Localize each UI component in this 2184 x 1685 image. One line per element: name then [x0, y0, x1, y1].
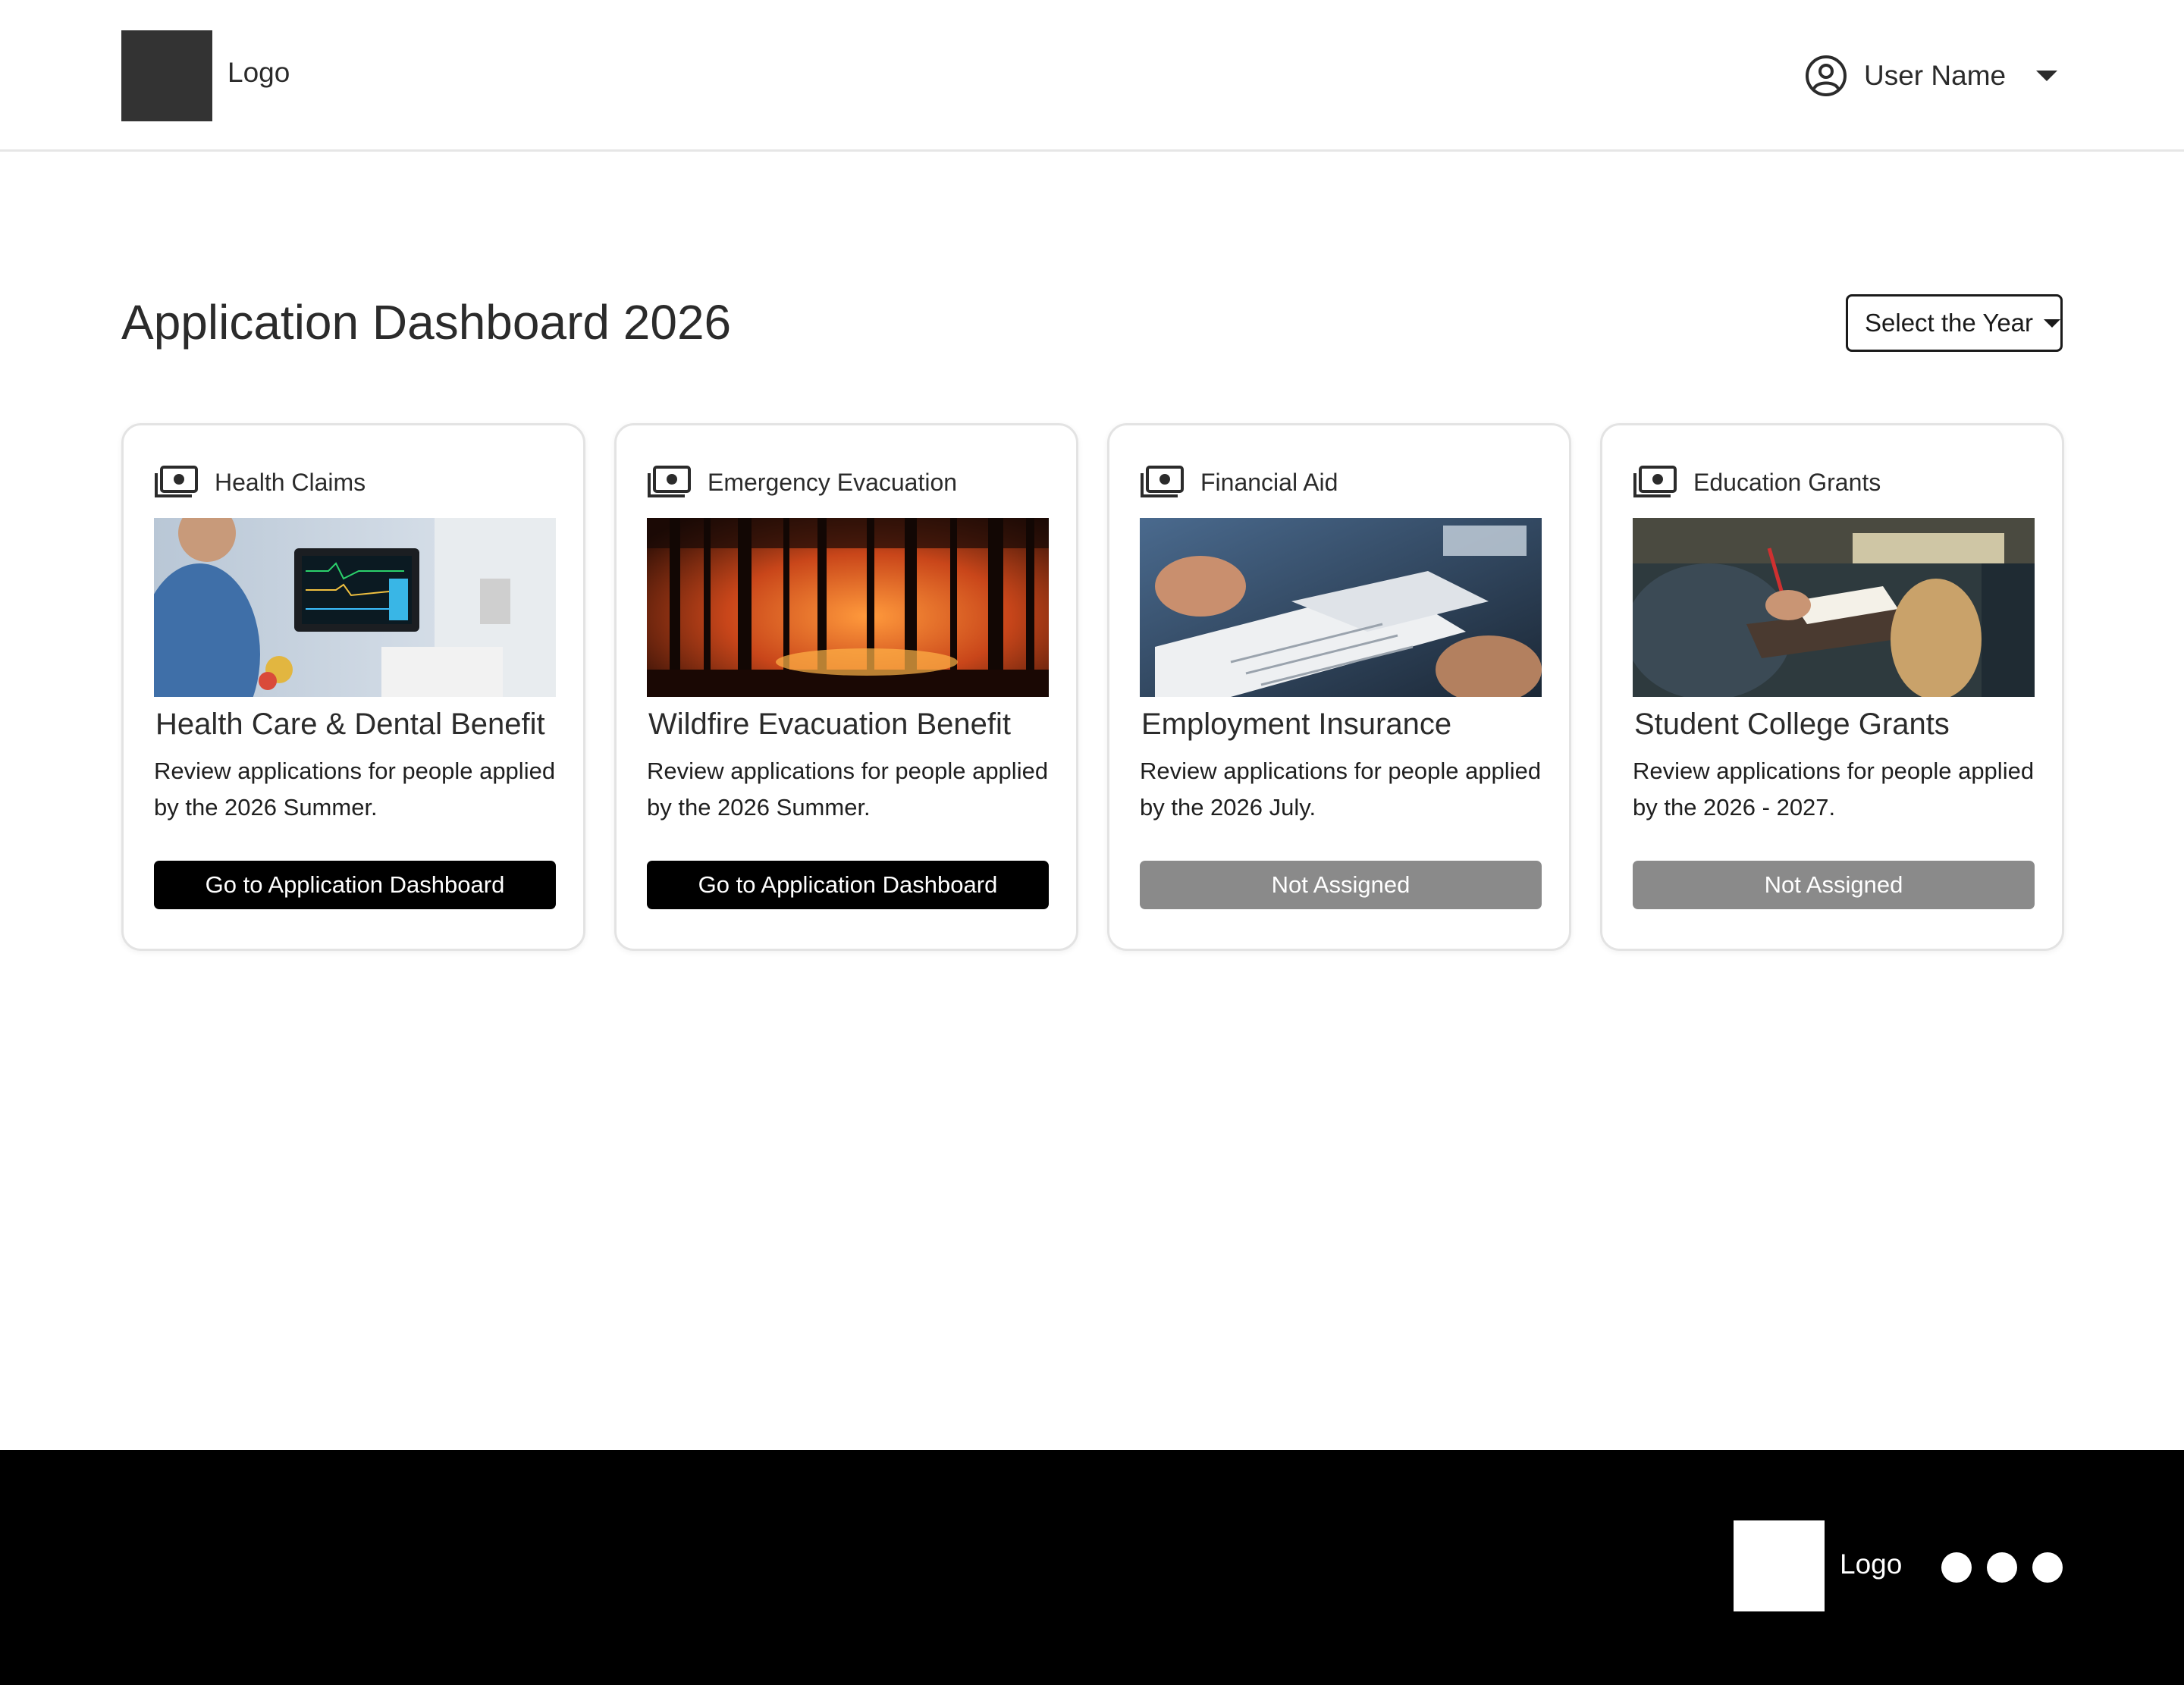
card-category: Financial Aid — [1140, 463, 1338, 501]
program-card: Health Claims Health Care & Dental Benef… — [121, 423, 585, 951]
card-description: Review applications for people applied b… — [647, 758, 1049, 821]
card-category-label: Health Claims — [215, 468, 366, 496]
logo-image[interactable] — [121, 30, 212, 121]
card-title: Wildfire Evacuation Benefit — [648, 708, 1012, 741]
card-category: Health Claims — [154, 463, 366, 501]
top-header: Logo User Name — [0, 0, 2184, 152]
social-link-icon[interactable] — [1987, 1552, 2017, 1583]
paperwork-image — [1140, 518, 1542, 697]
card-description: Review applications for people applied b… — [154, 758, 556, 821]
social-link-icon[interactable] — [2032, 1552, 2063, 1583]
money-stack-icon — [1141, 466, 1184, 497]
card-description: Review applications for people applied b… — [1140, 758, 1542, 821]
card-title: Employment Insurance — [1141, 708, 1452, 741]
card-category-label: Emergency Evacuation — [708, 468, 958, 496]
logo-text[interactable]: Logo — [228, 57, 290, 89]
footer-logo-text[interactable]: Logo — [1840, 1549, 1902, 1580]
chevron-down-icon — [2036, 71, 2058, 81]
social-link-icon[interactable] — [1941, 1552, 1972, 1583]
year-select-dropdown[interactable]: Select the Year — [1846, 294, 2063, 352]
card-category: Education Grants — [1633, 463, 1881, 501]
hospital-monitor-image — [154, 518, 556, 697]
money-stack-icon — [648, 466, 691, 497]
card-category-label: Financial Aid — [1200, 468, 1338, 496]
forest-fire-image — [647, 518, 1049, 697]
card-description: Review applications for people applied b… — [1633, 758, 2035, 821]
card-category-label: Education Grants — [1693, 468, 1881, 496]
page-title: Application Dashboard 2026 — [121, 295, 732, 350]
footer: Logo — [0, 1450, 2184, 1685]
program-card: Education Grants Student College Grants … — [1600, 423, 2064, 951]
card-title: Health Care & Dental Benefit — [155, 708, 545, 741]
user-menu[interactable]: User Name — [1805, 55, 2058, 97]
money-stack-icon — [1633, 466, 1677, 497]
program-card: Financial Aid Employment Insurance Revie… — [1107, 423, 1571, 951]
not-assigned-button[interactable]: Not Assigned — [1633, 861, 2035, 909]
students-writing-image — [1633, 518, 2035, 697]
not-assigned-button[interactable]: Not Assigned — [1140, 861, 1542, 909]
card-category: Emergency Evacuation — [647, 463, 957, 501]
go-to-dashboard-button[interactable]: Go to Application Dashboard — [154, 861, 556, 909]
go-to-dashboard-button[interactable]: Go to Application Dashboard — [647, 861, 1049, 909]
program-card: Emergency Evacuation Wildfire Evacuation… — [614, 423, 1078, 951]
program-cards: Health Claims Health Care & Dental Benef… — [121, 423, 2064, 951]
year-select-label: Select the Year — [1865, 309, 2034, 337]
money-stack-icon — [155, 466, 198, 497]
footer-logo-image[interactable] — [1734, 1520, 1825, 1611]
card-title: Student College Grants — [1634, 708, 1950, 741]
user-circle-icon — [1806, 55, 1847, 96]
chevron-down-icon — [2044, 318, 2060, 328]
user-name: User Name — [1864, 60, 2007, 91]
